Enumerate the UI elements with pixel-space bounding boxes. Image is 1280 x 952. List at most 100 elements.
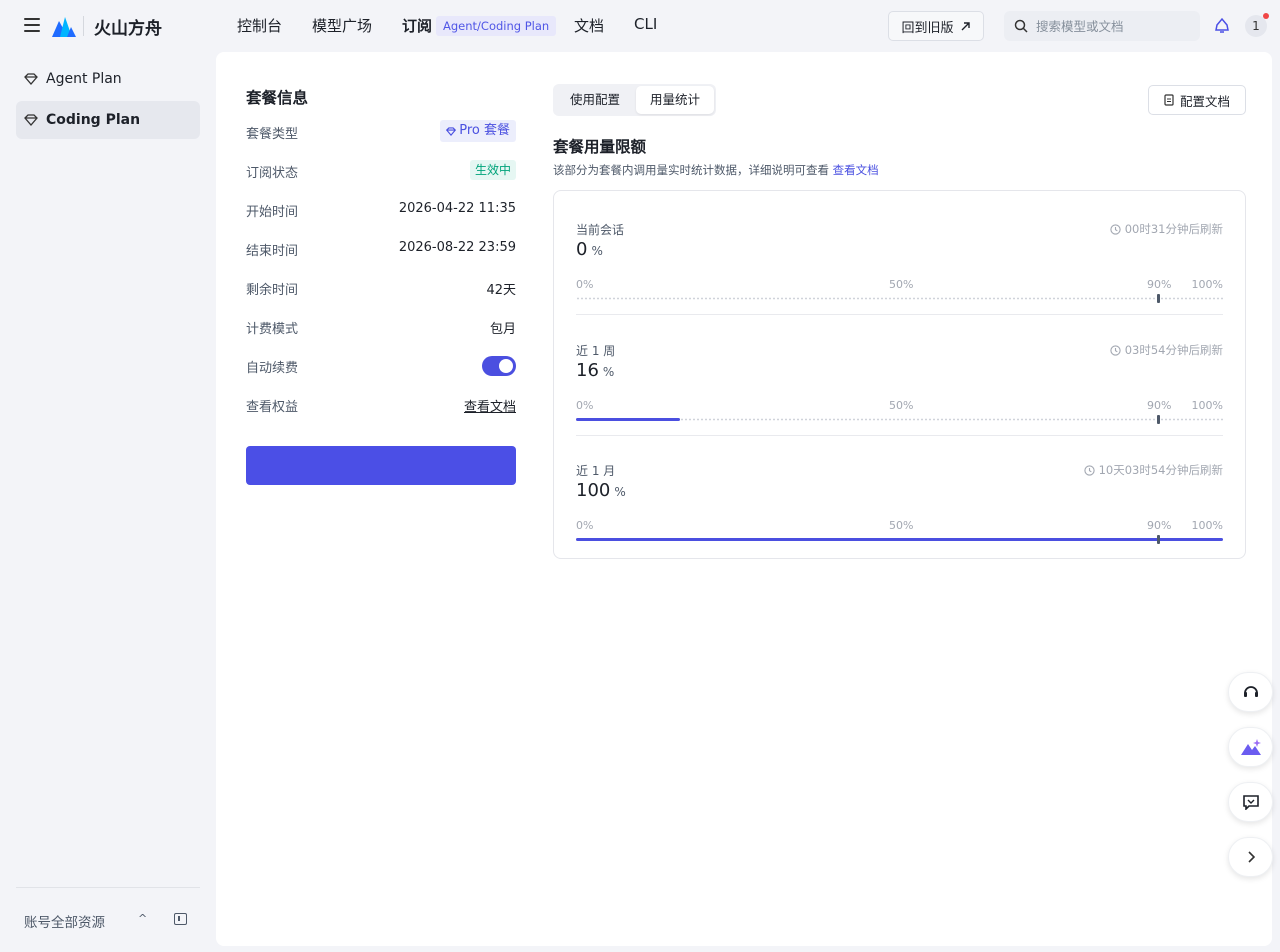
plan-type-badge: Pro 套餐: [440, 120, 516, 142]
usage-block: 近 1 月 10天03时54分钟后刷新 100% 0% 50% 90% 100%: [576, 462, 1223, 572]
end-time-row: 结束时间 2026-08-22 23:59: [246, 238, 516, 260]
end-time-value: 2026-08-22 23:59: [398, 240, 516, 255]
usage-tick-label: 100%: [1191, 519, 1223, 532]
search-input[interactable]: [1036, 18, 1196, 34]
diamond-icon: [24, 114, 38, 126]
search-icon: [1014, 19, 1028, 33]
nav-model-square[interactable]: 模型广场: [312, 15, 372, 36]
nav-console[interactable]: 控制台: [237, 15, 282, 36]
chevron-up-icon[interactable]: ^: [138, 912, 147, 925]
auto-renew-label: 自动续费: [246, 361, 299, 376]
sidebar-item-label: Agent Plan: [46, 71, 122, 87]
usage-percent-unit: %: [591, 244, 603, 258]
subscription-status-label: 订阅状态: [246, 166, 299, 181]
hamburger-menu-icon[interactable]: [24, 18, 40, 32]
usage-period-label: 近 1 周: [576, 344, 616, 358]
chevron-right-icon: [1247, 851, 1255, 863]
usage-percent-number: 16: [576, 360, 599, 381]
usage-tick-label: 0%: [576, 278, 594, 291]
plan-type-value: Pro 套餐: [459, 123, 510, 138]
refresh-countdown-text: 00时31分钟后刷新: [1124, 222, 1223, 236]
sidebar-item-label: Coding Plan: [46, 112, 141, 128]
feedback-button[interactable]: [1228, 782, 1273, 822]
view-docs-link[interactable]: 查看文档: [464, 396, 516, 415]
clock-icon: [1110, 223, 1121, 235]
tab-usage-stats[interactable]: 用量统计: [636, 86, 714, 114]
collapse-sidebar-icon[interactable]: [174, 913, 187, 925]
start-time-label: 开始时间: [246, 205, 299, 220]
auto-renew-row: 自动续费: [246, 355, 516, 377]
auto-renew-toggle[interactable]: [482, 356, 516, 376]
assistant-button[interactable]: [1228, 727, 1273, 767]
arrow-up-right-icon: [961, 21, 970, 30]
usage-percent-value: 16%: [576, 360, 614, 381]
nav-subscription[interactable]: 订阅: [402, 15, 432, 36]
threshold-marker: [1157, 294, 1161, 303]
usage-divider: [576, 435, 1223, 436]
remaining-time-row: 剩余时间 42天: [246, 277, 516, 299]
diamond-icon: [446, 126, 457, 136]
sidebar-item-agent-plan[interactable]: Agent Plan: [16, 60, 200, 98]
usage-description: 该部分为套餐内调用量实时统计数据，详细说明可查看 查看文档: [553, 162, 879, 178]
usage-tick-label: 100%: [1191, 399, 1223, 412]
plan-info-title: 套餐信息: [246, 89, 309, 107]
usage-progress-fill: [576, 538, 1223, 541]
account-resources-label[interactable]: 账号全部资源: [24, 911, 105, 931]
remaining-time-value: 42天: [486, 283, 516, 298]
usage-period-label: 当前会话: [576, 223, 625, 237]
refresh-countdown: 10天03时54分钟后刷新: [1083, 462, 1223, 478]
old-version-button[interactable]: 回到旧版: [888, 11, 984, 41]
tab-usage-config[interactable]: 使用配置: [555, 86, 635, 114]
threshold-marker: [1157, 415, 1161, 424]
config-doc-label: 配置文档: [1179, 93, 1230, 109]
brand-name: 火山方舟: [94, 19, 162, 39]
message-icon: [1242, 794, 1259, 810]
notification-icon[interactable]: [1213, 16, 1231, 34]
usage-tick-label: 50%: [889, 519, 914, 532]
config-doc-button[interactable]: 配置文档: [1148, 85, 1246, 115]
clock-icon: [1110, 344, 1121, 356]
refresh-countdown: 03时54分钟后刷新: [1110, 342, 1223, 358]
usage-tick-label: 90%: [1147, 278, 1172, 291]
usage-progress-track: [576, 297, 1223, 300]
status-badge: 生效中: [469, 160, 516, 180]
end-time-label: 结束时间: [246, 244, 299, 259]
nav-cli[interactable]: CLI: [634, 15, 657, 33]
usage-tick-label: 90%: [1147, 399, 1172, 412]
nav-docs[interactable]: 文档: [574, 15, 604, 36]
usage-tick-label: 50%: [889, 399, 914, 412]
usage-tick-label: 90%: [1147, 519, 1172, 532]
sidebar: Agent Plan Coding Plan 账号全部资源 ^: [0, 52, 216, 952]
usage-card: 当前会话 00时31分钟后刷新 0% 0% 50% 90% 100% 近 1 周 03时54分钟…: [553, 190, 1246, 559]
old-version-label: 回到旧版: [901, 20, 954, 36]
customer-service-button[interactable]: [1228, 672, 1273, 712]
usage-description-text: 该部分为套餐内调用量实时统计数据，详细说明可查看: [553, 163, 833, 177]
usage-percent-value: 0%: [576, 239, 603, 260]
usage-docs-link[interactable]: 查看文档: [833, 163, 879, 177]
expand-button[interactable]: [1228, 837, 1273, 877]
billing-mode-row: 计费模式 包月: [246, 316, 516, 338]
avatar[interactable]: 1: [1245, 15, 1267, 37]
remaining-time-label: 剩余时间: [246, 283, 299, 298]
subscription-status-row: 订阅状态 生效中: [246, 160, 516, 182]
usage-progress-track: [576, 538, 1223, 541]
billing-mode-value: 包月: [489, 322, 516, 337]
benefits-label: 查看权益: [246, 400, 299, 415]
diamond-icon: [24, 73, 38, 85]
usage-percent-number: 0: [576, 239, 588, 260]
clock-icon: [1083, 464, 1095, 476]
main-panel: 套餐信息 套餐类型 Pro 套餐 订阅状态 生效中 开始时间 2026-04-2…: [216, 52, 1272, 946]
usage-divider: [576, 314, 1223, 315]
start-time-row: 开始时间 2026-04-22 11:35: [246, 199, 516, 221]
nav-badge: Agent/Coding Plan: [436, 16, 557, 36]
refresh-countdown-text: 03时54分钟后刷新: [1124, 343, 1223, 357]
search-box[interactable]: [1004, 11, 1200, 41]
plan-type-label: 套餐类型: [246, 127, 299, 142]
volcano-logo-icon: [52, 17, 76, 37]
usage-tick-label: 50%: [889, 278, 914, 291]
sidebar-item-coding-plan[interactable]: Coding Plan: [16, 101, 200, 139]
sidebar-footer: 账号全部资源 ^: [16, 887, 200, 937]
usage-progress-fill: [576, 418, 680, 421]
plan-action-button[interactable]: [246, 446, 516, 485]
logo-divider: [83, 16, 84, 36]
